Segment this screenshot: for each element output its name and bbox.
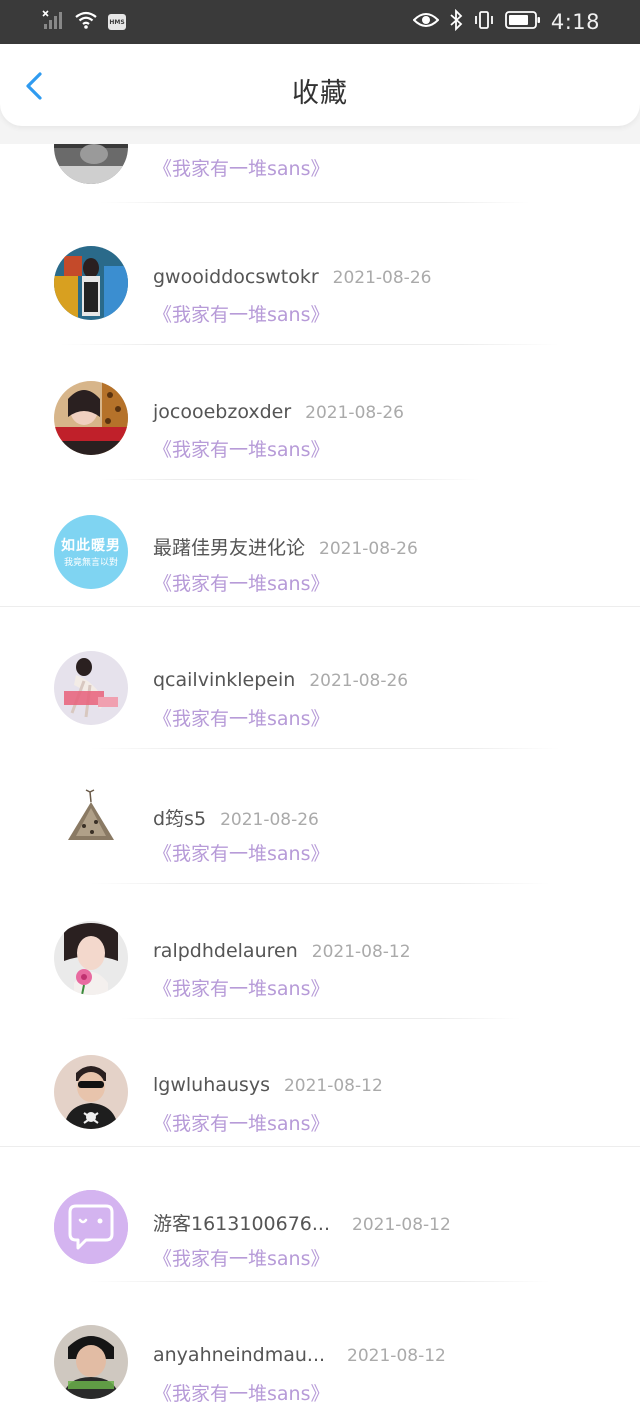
list-item[interactable]: jocooebzoxder 2021-08-26 《我家有一堆sans》 (0, 345, 640, 480)
status-right: 4:18 (412, 8, 600, 35)
favorite-book-title[interactable]: 《我家有一堆sans》 (153, 1244, 329, 1271)
username: gwooiddocswtokr 2021-08-26 (153, 266, 431, 288)
username-text: jocooebzoxder (153, 401, 292, 423)
favorite-date: 2021-08-12 (311, 942, 411, 962)
favorite-date: 2021-08-12 (347, 1346, 446, 1366)
divider (90, 883, 550, 884)
favorite-book-title[interactable]: 《我家有一堆sans》 (153, 300, 329, 327)
divider (90, 1281, 550, 1282)
status-left: HMS (42, 10, 126, 34)
bluetooth-icon (449, 8, 463, 35)
user-avatar[interactable]: 如此暖男 我竟無言以對 (54, 515, 128, 589)
username-text: gwooiddocswtokr (153, 266, 319, 288)
username-text: 游客1613100676... (153, 1213, 331, 1235)
user-avatar[interactable] (54, 381, 128, 455)
favorite-book-title[interactable]: 《我家有一堆sans》 (153, 435, 329, 462)
list-item[interactable]: qcailvinklepein 2021-08-26 《我家有一堆sans》 (0, 615, 640, 750)
favorite-book-title[interactable]: 《我家有一堆sans》 (153, 704, 329, 731)
list-item[interactable]: 《我家有一堆sans》 (0, 144, 640, 203)
favorite-date: 2021-08-26 (220, 810, 319, 830)
list-item[interactable]: gwooiddocswtokr 2021-08-26 《我家有一堆sans》 (0, 210, 640, 345)
username-text: d筠s5 (153, 808, 207, 830)
user-avatar[interactable] (54, 651, 128, 725)
vibrate-icon (473, 9, 495, 35)
username: 最躇佳男友进化论 2021-08-26 (153, 533, 418, 560)
eye-icon (412, 11, 440, 33)
signal-icon (42, 10, 64, 34)
list-item[interactable]: lgwluhausys 2021-08-12 《我家有一堆sans》 (0, 1020, 640, 1155)
username: jocooebzoxder 2021-08-26 (153, 401, 404, 423)
divider (0, 606, 640, 607)
username-text: 最躇佳男友进化论 (153, 537, 306, 559)
favorite-book-title[interactable]: 《我家有一堆sans》 (153, 839, 329, 866)
avatar-caption: 我竟無言以對 (63, 558, 118, 568)
username: anyahneindmau... 2021-08-12 (153, 1344, 446, 1366)
username-text: ralpdhdelauren (153, 940, 298, 962)
nav-header: 收藏 (0, 44, 640, 126)
favorite-date: 2021-08-26 (332, 268, 432, 288)
favorite-book-title[interactable]: 《我家有一堆sans》 (153, 974, 329, 1001)
status-bar: HMS 4:18 (0, 0, 640, 44)
divider (100, 202, 530, 203)
chat-bubble-icon (54, 1190, 128, 1264)
username-text: anyahneindmau... (153, 1344, 326, 1366)
username: lgwluhausys 2021-08-12 (153, 1074, 383, 1096)
list-item[interactable]: anyahneindmau... 2021-08-12 《我家有一堆sans》 (0, 1290, 640, 1422)
user-avatar[interactable] (54, 1055, 128, 1129)
username-text: qcailvinklepein (153, 669, 296, 691)
favorite-date: 2021-08-12 (352, 1215, 451, 1235)
divider (120, 1018, 520, 1019)
username-text: lgwluhausys (153, 1074, 270, 1096)
favorite-book-title[interactable]: 《我家有一堆sans》 (153, 1379, 329, 1406)
username: qcailvinklepein 2021-08-26 (153, 669, 408, 691)
favorite-book-title[interactable]: 《我家有一堆sans》 (153, 569, 329, 596)
user-avatar[interactable] (54, 246, 128, 320)
username: ralpdhdelauren 2021-08-12 (153, 940, 411, 962)
page-title: 收藏 (292, 78, 348, 109)
favorites-list: 《我家有一堆sans》 gwooiddocswtokr 2021-08-26 《我… (0, 144, 640, 1422)
user-avatar[interactable] (54, 921, 128, 995)
user-avatar[interactable] (54, 786, 128, 860)
divider (90, 748, 560, 749)
favorite-date: 2021-08-26 (305, 403, 404, 423)
username: 游客1613100676... 2021-08-12 (153, 1209, 451, 1236)
user-avatar[interactable] (54, 144, 128, 184)
favorite-date: 2021-08-26 (309, 671, 409, 691)
battery-icon (504, 10, 541, 34)
list-item[interactable]: d筠s5 2021-08-26 《我家有一堆sans》 (0, 750, 640, 885)
guest-avatar[interactable] (54, 1190, 128, 1264)
favorite-date: 2021-08-26 (319, 539, 418, 559)
divider (0, 1146, 640, 1147)
list-item[interactable]: 游客1613100676... 2021-08-12 《我家有一堆sans》 (0, 1155, 640, 1290)
wifi-icon (74, 10, 98, 34)
avatar-caption: 如此暖男 (61, 538, 121, 554)
favorite-book-title[interactable]: 《我家有一堆sans》 (153, 154, 329, 181)
list-item[interactable]: 如此暖男 我竟無言以對 最躇佳男友进化论 2021-08-26 《我家有一堆san… (0, 480, 640, 615)
hms-icon: HMS (108, 14, 126, 30)
favorite-date: 2021-08-12 (283, 1076, 383, 1096)
status-time: 4:18 (550, 10, 600, 34)
username: d筠s5 2021-08-26 (153, 804, 319, 831)
favorite-book-title[interactable]: 《我家有一堆sans》 (153, 1109, 329, 1136)
list-item[interactable]: ralpdhdelauren 2021-08-12 《我家有一堆sans》 (0, 885, 640, 1020)
user-avatar[interactable] (54, 1325, 128, 1399)
